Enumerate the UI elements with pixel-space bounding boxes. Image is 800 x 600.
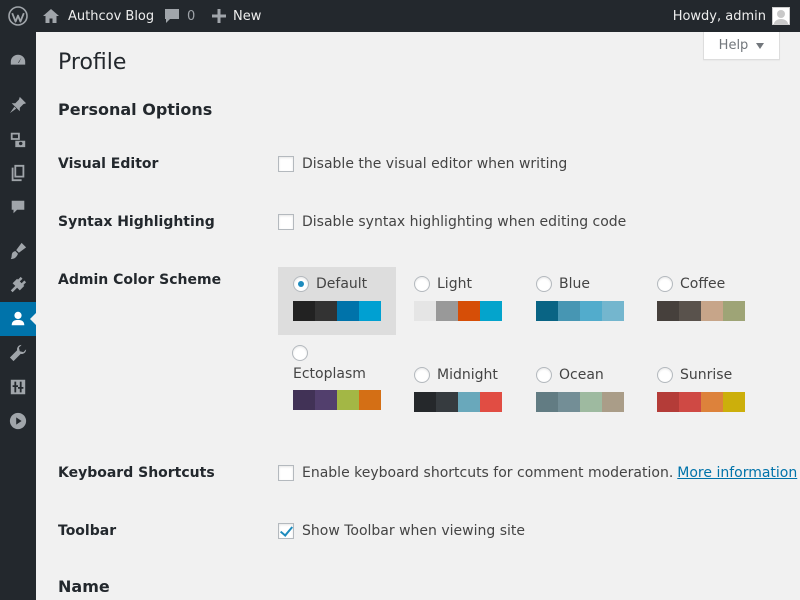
syntax-highlighting-checkbox[interactable] xyxy=(278,214,294,230)
admin-toolbar: Authcov Blog 0 New Howdy, admin xyxy=(0,0,800,32)
syntax-highlighting-label: Syntax Highlighting xyxy=(58,214,215,230)
appearance-icon[interactable] xyxy=(0,234,36,268)
color-scheme-name: Default xyxy=(316,276,368,292)
keyboard-shortcuts-option: Enable keyboard shortcuts for comment mo… xyxy=(278,465,797,481)
color-swatches xyxy=(293,390,381,410)
visual-editor-label: Visual Editor xyxy=(58,156,159,172)
wordpress-logo-icon[interactable] xyxy=(8,0,28,32)
comment-bubble-icon xyxy=(165,9,179,23)
color-scheme-name: Blue xyxy=(559,276,590,292)
color-scheme-name: Midnight xyxy=(437,367,498,383)
comments-count: 0 xyxy=(187,8,196,24)
toolbar-checkbox[interactable] xyxy=(278,523,294,539)
new-content-link[interactable]: New xyxy=(212,0,261,32)
color-swatches xyxy=(536,392,624,412)
color-scheme-option[interactable]: Sunrise xyxy=(642,358,760,426)
plus-icon xyxy=(212,9,226,23)
admin-side-menu xyxy=(0,32,36,600)
color-scheme-name: Sunrise xyxy=(680,367,733,383)
color-swatches xyxy=(657,301,745,321)
pages-icon[interactable] xyxy=(0,156,36,190)
syntax-highlighting-option[interactable]: Disable syntax highlighting when editing… xyxy=(278,214,626,230)
color-scheme-name: Ectoplasm xyxy=(293,366,366,382)
site-name-link[interactable]: Authcov Blog xyxy=(42,0,154,32)
settings-icon[interactable] xyxy=(0,370,36,404)
color-swatches xyxy=(293,301,381,321)
color-scheme-radio[interactable] xyxy=(293,276,309,292)
visual-editor-option[interactable]: Disable the visual editor when writing xyxy=(278,156,567,172)
color-swatches xyxy=(657,392,745,412)
visual-editor-option-text: Disable the visual editor when writing xyxy=(302,156,568,172)
color-scheme-option[interactable]: Ocean xyxy=(521,358,639,426)
dashboard-icon[interactable] xyxy=(0,44,36,78)
toolbar-option[interactable]: Show Toolbar when viewing site xyxy=(278,523,525,539)
color-swatches xyxy=(414,301,502,321)
toolbar-option-text: Show Toolbar when viewing site xyxy=(302,523,525,539)
personal-options-heading: Personal Options xyxy=(58,100,213,119)
avatar xyxy=(772,7,790,25)
color-scheme-name: Coffee xyxy=(680,276,726,292)
tools-icon[interactable] xyxy=(0,336,36,370)
color-scheme-radio[interactable] xyxy=(536,276,552,292)
color-scheme-radio[interactable] xyxy=(657,367,673,383)
color-scheme-option[interactable]: Coffee xyxy=(642,267,760,335)
posts-icon[interactable] xyxy=(0,88,36,122)
site-name: Authcov Blog xyxy=(68,8,155,24)
keyboard-shortcuts-checkbox[interactable] xyxy=(278,465,294,481)
color-scheme-radio[interactable] xyxy=(414,367,430,383)
color-scheme-name: Light xyxy=(437,276,472,292)
howdy-text: Howdy, admin xyxy=(672,8,766,24)
name-heading: Name xyxy=(58,577,110,596)
color-scheme-radio[interactable] xyxy=(292,345,308,361)
media-icon[interactable] xyxy=(0,122,36,156)
users-icon[interactable] xyxy=(0,302,36,336)
color-scheme-option[interactable]: Blue xyxy=(521,267,639,335)
color-scheme-option[interactable]: Default xyxy=(278,267,396,335)
toolbar-label: Toolbar xyxy=(58,523,117,539)
syntax-highlighting-option-text: Disable syntax highlighting when editing… xyxy=(302,214,627,230)
caret-down-icon xyxy=(756,42,765,49)
comments-link[interactable]: 0 xyxy=(163,0,195,32)
plugins-icon[interactable] xyxy=(0,268,36,302)
home-icon xyxy=(43,9,59,23)
help-tab-button[interactable]: Help xyxy=(703,32,780,60)
keyboard-shortcuts-label: Keyboard Shortcuts xyxy=(58,465,215,481)
color-scheme-radio[interactable] xyxy=(414,276,430,292)
keyboard-shortcuts-option-text: Enable keyboard shortcuts for comment mo… xyxy=(302,465,674,481)
media-player-icon[interactable] xyxy=(0,404,36,438)
help-label: Help xyxy=(718,38,749,53)
color-swatches xyxy=(536,301,624,321)
color-scheme-radio[interactable] xyxy=(657,276,673,292)
more-information-link[interactable]: More information xyxy=(677,465,797,481)
color-scheme-radio[interactable] xyxy=(536,367,552,383)
color-swatches xyxy=(414,392,502,412)
color-scheme-name: Ocean xyxy=(559,367,604,383)
page-title: Profile xyxy=(58,50,127,75)
my-account-link[interactable]: Howdy, admin xyxy=(673,0,800,32)
color-scheme-option[interactable]: Ectoplasm xyxy=(278,337,396,417)
comments-icon[interactable] xyxy=(0,190,36,224)
admin-color-scheme-label: Admin Color Scheme xyxy=(58,272,222,288)
color-scheme-option[interactable]: Midnight xyxy=(399,358,517,426)
visual-editor-checkbox[interactable] xyxy=(278,156,294,172)
color-scheme-option[interactable]: Light xyxy=(399,267,517,335)
new-label: New xyxy=(233,8,262,24)
